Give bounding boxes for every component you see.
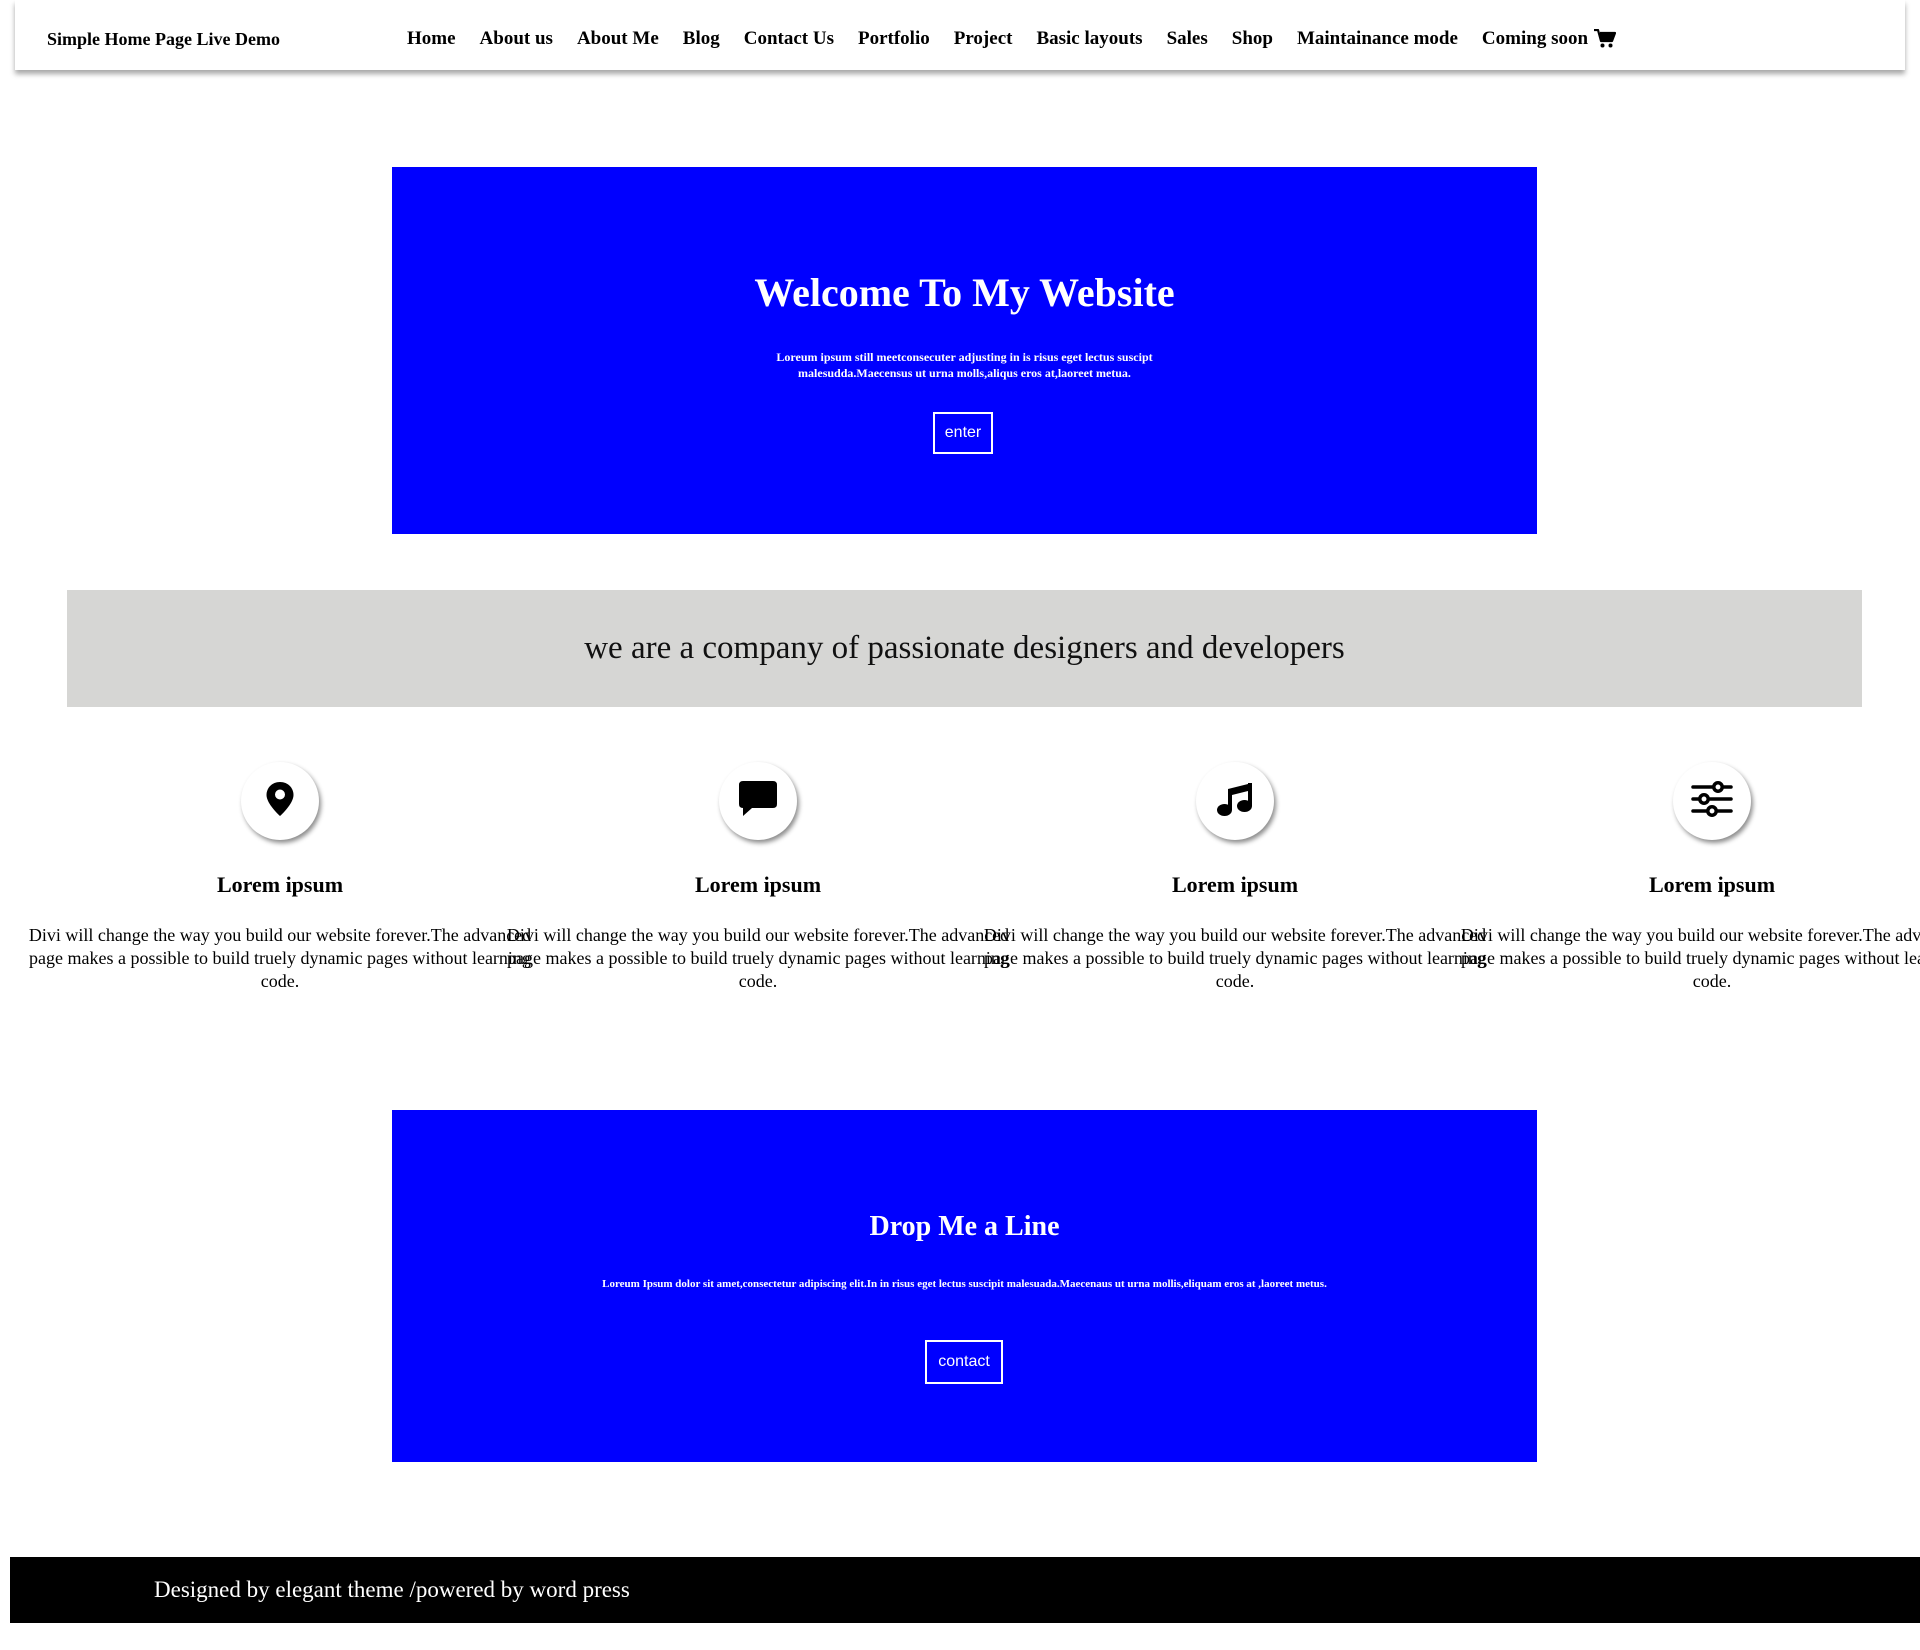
enter-button[interactable]: enter — [933, 412, 993, 454]
nav-item-coming-soon[interactable]: Coming soon — [1482, 28, 1588, 50]
contact-title: Drop Me a Line — [869, 1211, 1060, 1242]
sliders-icon — [1691, 780, 1733, 822]
nav-item-blog[interactable]: Blog — [683, 28, 720, 50]
feature-icon-circle — [241, 762, 319, 840]
nav-item-basic-layouts[interactable]: Basic layouts — [1036, 28, 1142, 50]
feature-text: Divi will change the way you build our w… — [506, 925, 1010, 991]
nav-item-sales[interactable]: Sales — [1167, 28, 1208, 50]
feature-title: Lorem ipsum — [1648, 872, 1776, 897]
nav-item-portfolio[interactable]: Portfolio — [858, 28, 930, 50]
company-banner: we are a company of passionate designers… — [67, 590, 1862, 707]
chat-bubble-icon — [738, 780, 778, 823]
nav-menu: Home About us About Me Blog Contact Us P… — [407, 28, 1617, 50]
contact-button[interactable]: contact — [925, 1340, 1003, 1384]
feature-title: Lorem ipsum — [1171, 872, 1299, 897]
nav-item-maintainance-mode[interactable]: Maintainance mode — [1297, 28, 1458, 50]
feature-title: Lorem ipsum — [216, 872, 344, 897]
feature-text: Divi will change the way you build our w… — [983, 925, 1487, 991]
nav-item-home[interactable]: Home — [407, 28, 456, 50]
feature-icon-circle — [719, 762, 797, 840]
nav-item-about-me[interactable]: About Me — [577, 28, 659, 50]
shopping-cart-icon[interactable] — [1594, 28, 1617, 49]
hero-description: Loreum ipsum still meetconsecuter adjust… — [776, 350, 1153, 380]
feature-text: Divi will change the way you build our w… — [28, 925, 532, 991]
nav-item-about-us[interactable]: About us — [480, 28, 553, 50]
footer-credit: Designed by elegant theme /powered by wo… — [154, 1577, 630, 1602]
feature-title: Lorem ipsum — [694, 872, 822, 897]
hero-section: Welcome To My Website Loreum ipsum still… — [392, 167, 1537, 534]
map-pin-icon — [265, 781, 295, 822]
contact-description: Loreum Ipsum dolor sit amet,consectetur … — [602, 1278, 1327, 1290]
navbar: Simple Home Page Live Demo Home About us… — [15, 0, 1905, 70]
nav-item-shop[interactable]: Shop — [1232, 28, 1273, 50]
contact-section: Drop Me a Line Loreum Ipsum dolor sit am… — [392, 1110, 1537, 1462]
nav-item-contact-us[interactable]: Contact Us — [744, 28, 834, 50]
feature-icon-circle — [1673, 762, 1751, 840]
features-row: Lorem ipsum Divi will change the way you… — [10, 762, 1920, 1002]
footer: Designed by elegant theme /powered by wo… — [10, 1557, 1920, 1623]
music-note-icon — [1215, 780, 1255, 823]
feature-icon-circle — [1196, 762, 1274, 840]
feature-text: Divi will change the way you build our w… — [1460, 925, 1920, 991]
hero-title: Welcome To My Website — [754, 270, 1175, 315]
nav-item-project[interactable]: Project — [954, 28, 1013, 50]
site-brand[interactable]: Simple Home Page Live Demo — [47, 29, 280, 50]
